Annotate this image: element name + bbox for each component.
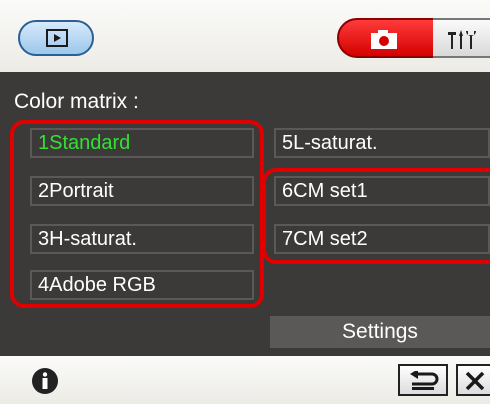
tab-camera[interactable] <box>337 18 437 58</box>
settings-panel: Color matrix : 1Standard 2Portrait 3H-sa… <box>0 72 490 356</box>
close-icon <box>465 371 485 391</box>
highlight-cm-sets <box>262 168 490 264</box>
bottom-bar <box>0 356 490 404</box>
close-button[interactable] <box>456 364 490 396</box>
info-icon[interactable] <box>30 366 60 396</box>
highlight-left-options <box>10 120 264 308</box>
play-mode-icon <box>46 29 68 47</box>
camera-menu-screen: Color matrix : 1Standard 2Portrait 3H-sa… <box>0 0 490 404</box>
settings-button[interactable]: Settings <box>270 316 490 348</box>
panel-title: Color matrix : <box>14 90 139 113</box>
playback-mode-button[interactable] <box>18 20 94 56</box>
return-button[interactable] <box>398 364 448 396</box>
camera-icon <box>371 30 397 49</box>
mode-tabs <box>337 18 490 58</box>
tab-setup[interactable] <box>433 18 490 58</box>
return-icon <box>410 371 439 390</box>
option-l-saturat[interactable]: 5L-saturat. <box>274 128 490 158</box>
setup-icon <box>448 30 476 49</box>
top-bar <box>0 0 490 72</box>
